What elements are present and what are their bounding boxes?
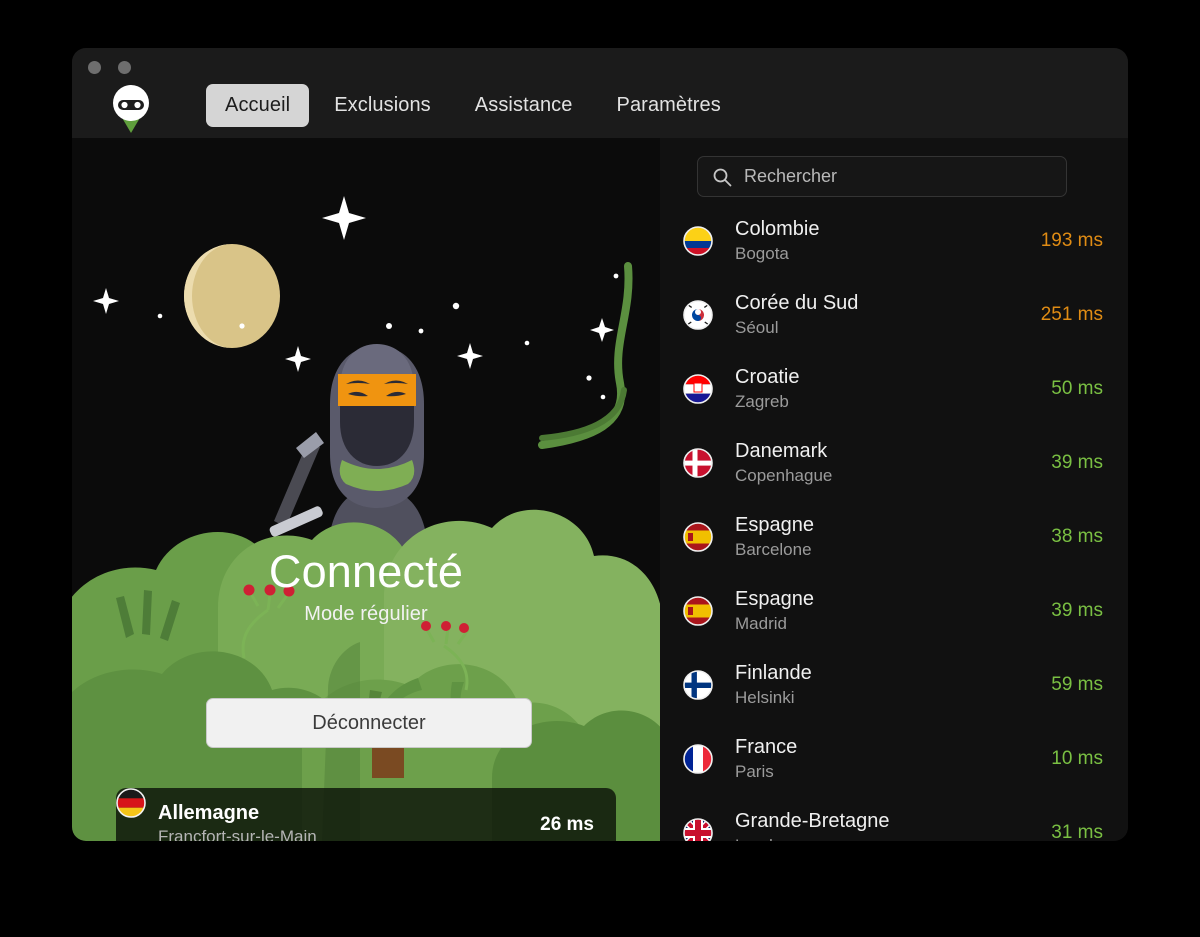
server-ping: 31 ms	[1051, 822, 1103, 841]
server-city: Zagreb	[735, 391, 789, 411]
server-city: Londres	[735, 835, 1051, 841]
search-icon	[713, 168, 732, 186]
screen: Accueil Exclusions Assistance Paramètres	[0, 0, 1200, 937]
tab-assistance[interactable]: Assistance	[456, 84, 592, 127]
server-row[interactable]: Espagne Madrid 39 ms	[660, 574, 1128, 648]
search-bar[interactable]	[697, 156, 1067, 197]
current-server-city: Francfort-sur-le-Main	[158, 827, 317, 841]
server-ping: 59 ms	[1051, 674, 1103, 695]
flag-es-icon	[683, 522, 713, 552]
server-city: Helsinki	[735, 687, 795, 707]
flag-germany-icon	[116, 788, 146, 818]
server-city: Bogota	[735, 243, 789, 263]
server-row[interactable]: Colombie Bogota 193 ms	[660, 220, 1128, 278]
server-country: Corée du Sud	[735, 292, 859, 315]
server-row[interactable]: Espagne Barcelone 38 ms	[660, 500, 1128, 574]
server-row[interactable]: Corée du Sud Séoul 251 ms	[660, 278, 1128, 352]
server-row[interactable]: France Paris 10 ms	[660, 722, 1128, 796]
server-country: Grande-Bretagne	[735, 810, 890, 833]
flag-fr-icon	[683, 744, 713, 774]
flag-fi-icon	[683, 670, 713, 700]
flag-dk-icon	[683, 448, 713, 478]
server-ping: 251 ms	[1040, 304, 1103, 325]
server-country: Espagne	[735, 514, 814, 537]
current-server-country: Allemagne	[158, 802, 260, 825]
app-window: Accueil Exclusions Assistance Paramètres	[72, 48, 1128, 841]
traffic-lights	[88, 61, 131, 74]
server-list-panel: ColombieBogota 193 ms Corée du SudSéoul 251…	[660, 138, 1128, 841]
server-city: Madrid	[735, 613, 787, 633]
current-server-ping: 26 ms	[540, 814, 594, 835]
server-country: Espagne	[735, 588, 814, 611]
server-list[interactable]: Colombie Bogota 193 ms Corée du Sud Séoul 251…	[660, 220, 1128, 841]
tab-exclusions[interactable]: Exclusions	[315, 84, 450, 127]
server-city: Séoul	[735, 317, 779, 337]
server-city: Copenhague	[735, 465, 833, 485]
server-ping: 38 ms	[1051, 526, 1103, 547]
server-country: France	[735, 736, 798, 759]
server-row[interactable]: Finlande Helsinki 59 ms	[660, 648, 1128, 722]
current-server-card[interactable]: Allemagne Francfort-sur-le-Main 26 ms	[116, 788, 616, 841]
server-city: Paris	[735, 761, 774, 781]
server-ping: 193 ms	[1040, 230, 1103, 251]
server-row[interactable]: Danemark Copenhague 39 ms	[660, 426, 1128, 500]
minimize-button[interactable]	[118, 61, 131, 74]
disconnect-button[interactable]: Déconnecter	[206, 698, 532, 748]
server-ping: 50 ms	[1051, 378, 1103, 399]
server-city: Barcelone	[735, 539, 812, 559]
server-row[interactable]: Croatie Zagreb 50 ms	[660, 352, 1128, 426]
flag-co-icon	[683, 226, 713, 256]
server-country: Finlande	[735, 662, 812, 685]
tab-parametres[interactable]: Paramètres	[598, 84, 740, 127]
server-country: Danemark	[735, 440, 828, 463]
server-ping: 10 ms	[1051, 748, 1103, 769]
search-input[interactable]	[744, 166, 1044, 187]
server-country: Croatie	[735, 366, 800, 389]
server-ping: 39 ms	[1051, 452, 1103, 473]
moon	[184, 244, 280, 348]
illustration-panel: Connecté Mode régulier Déconnecter Allem…	[72, 138, 660, 841]
flag-kr-icon	[683, 300, 713, 330]
flag-gb-icon	[683, 818, 713, 841]
close-button[interactable]	[88, 61, 101, 74]
ninja-vpn-logo-icon	[110, 83, 152, 135]
flag-es-icon	[683, 596, 713, 626]
tab-accueil[interactable]: Accueil	[206, 84, 310, 127]
flag-hr-icon	[683, 374, 713, 404]
server-ping: 39 ms	[1051, 600, 1103, 621]
title-bar: Accueil Exclusions Assistance Paramètres	[72, 48, 1128, 138]
main-tabs: Accueil Exclusions Assistance Paramètres	[206, 84, 740, 127]
server-country: Colombie	[735, 220, 820, 241]
server-row[interactable]: Grande-Bretagne Londres31 ms	[660, 796, 1128, 841]
